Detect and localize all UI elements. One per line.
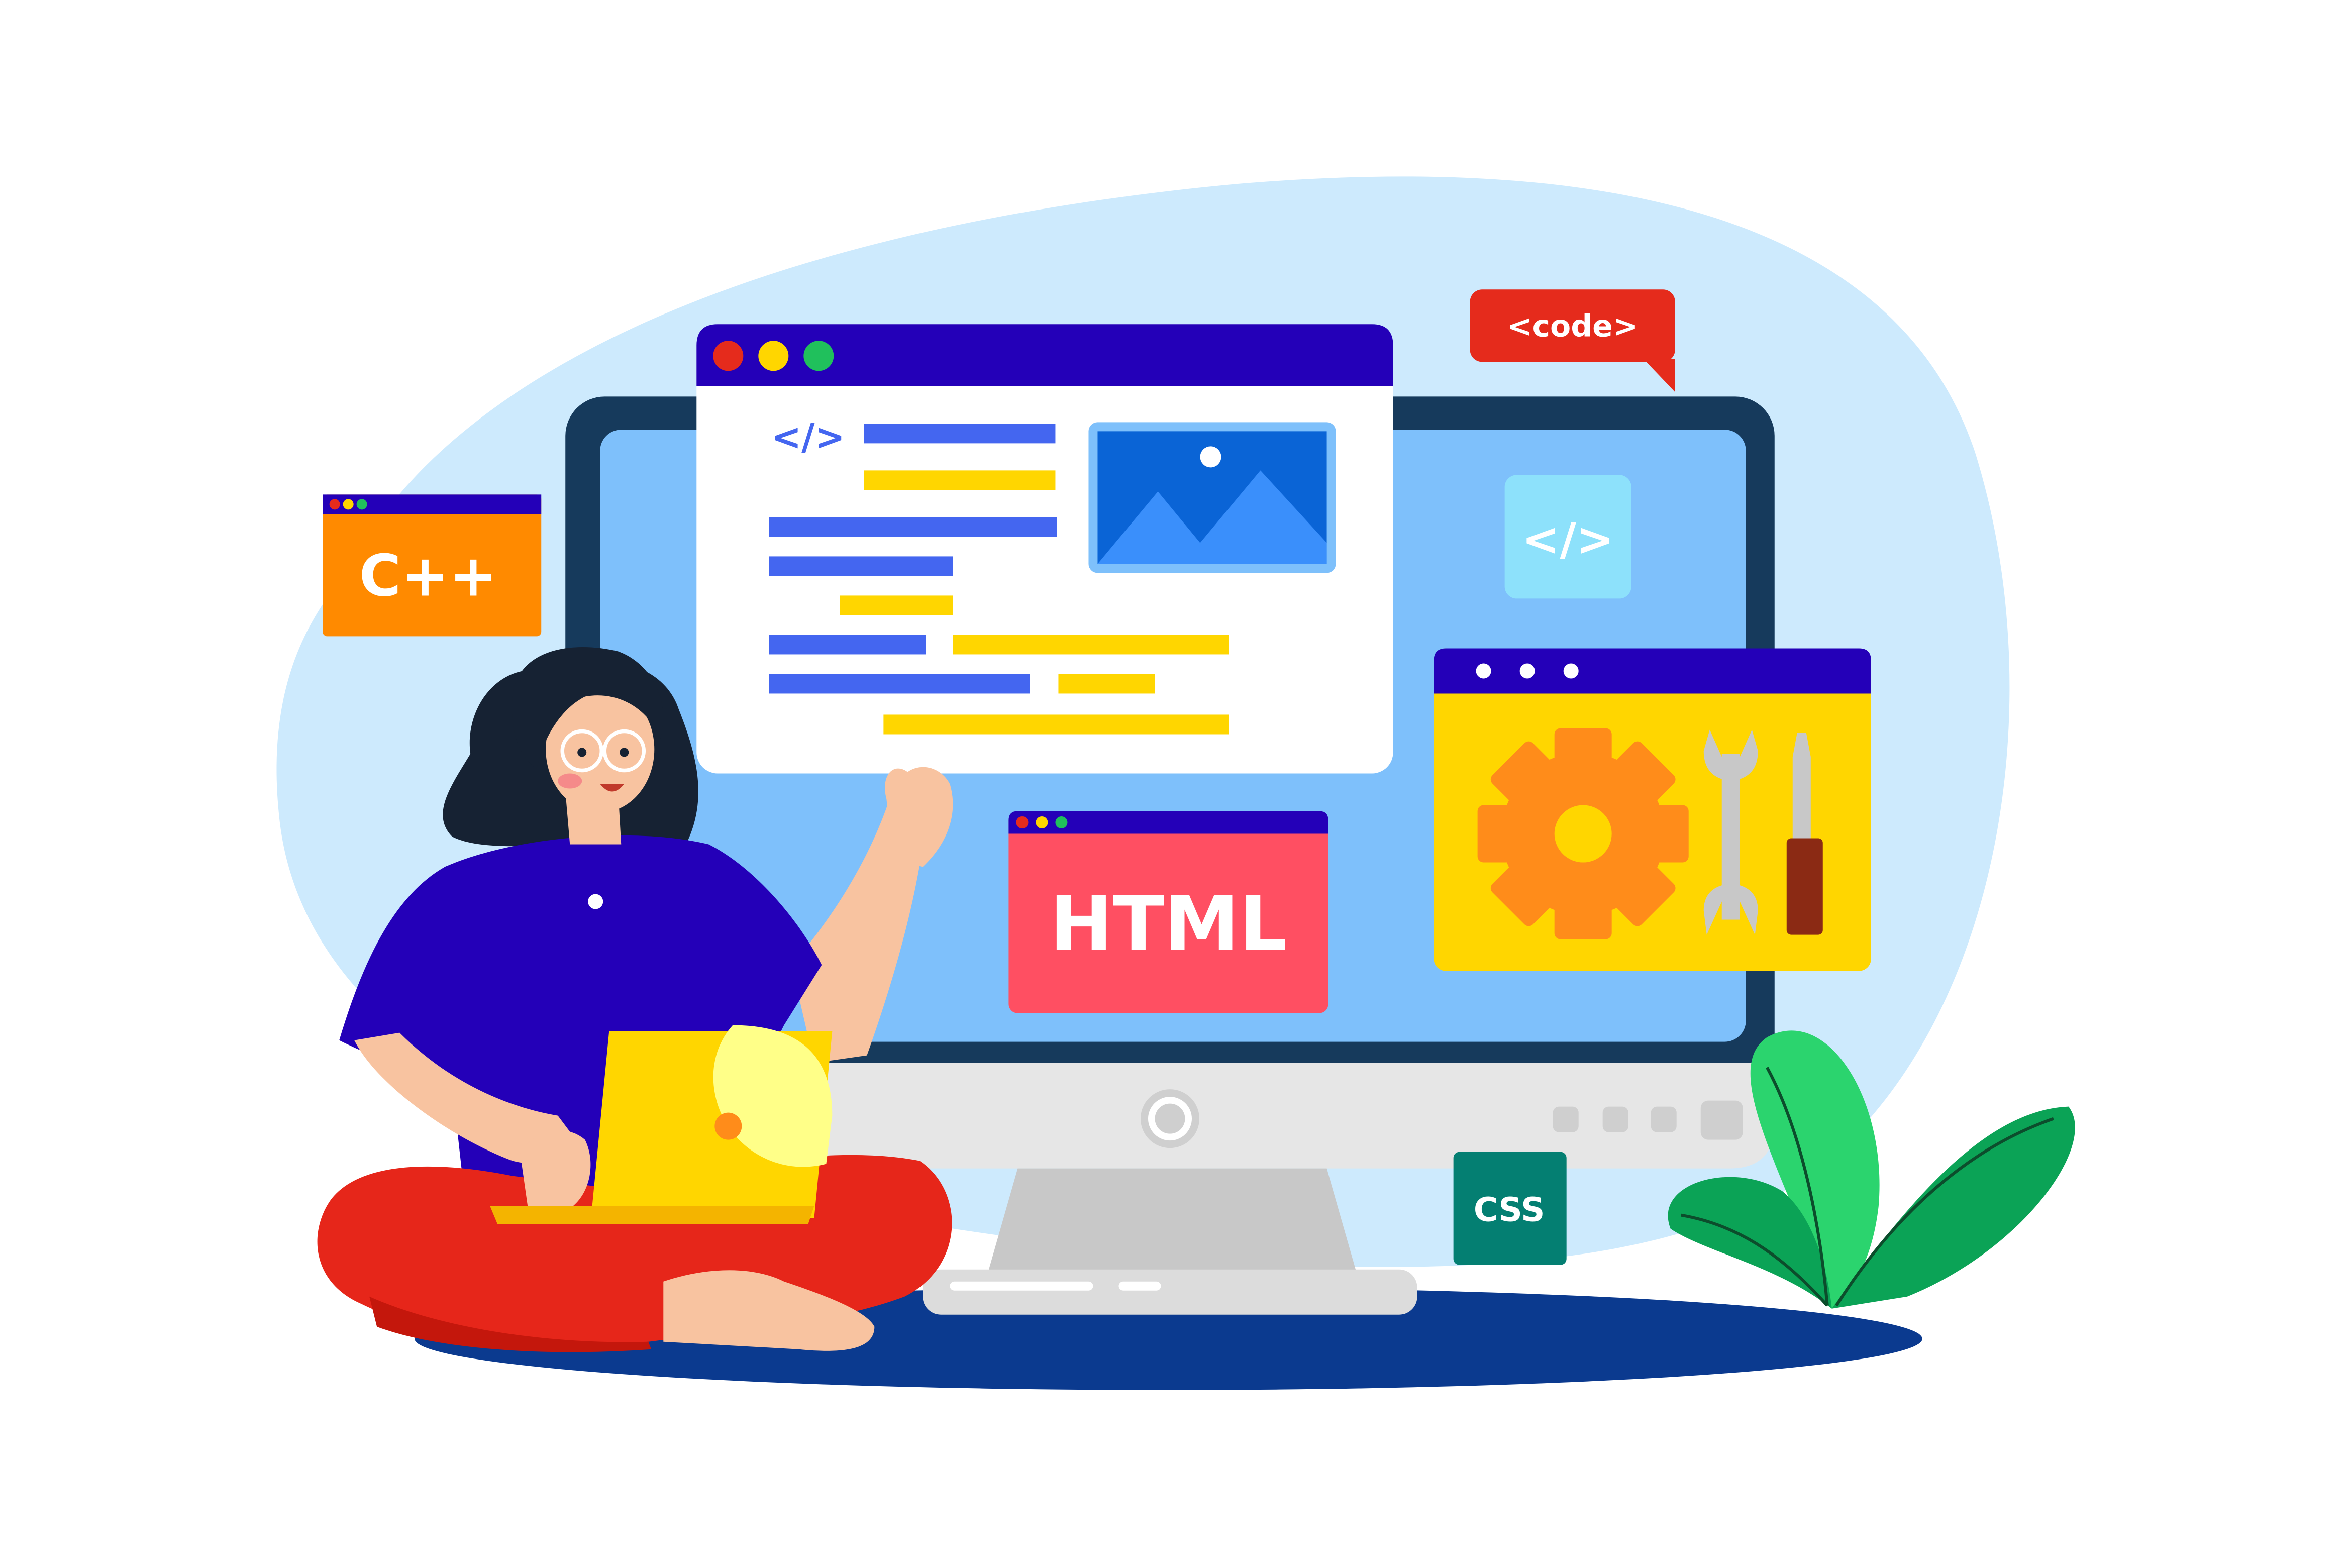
settings-window xyxy=(1434,648,1871,971)
cpp-label: C++ xyxy=(359,542,497,609)
illustration-canvas: </> </> <code> C++ HTML CSS xyxy=(276,176,2075,1390)
monitor-button[interactable] xyxy=(1553,1106,1579,1132)
window-maximize-dot[interactable] xyxy=(803,341,834,371)
monitor-button[interactable] xyxy=(1602,1106,1628,1132)
code-bubble-label: <code> xyxy=(1507,308,1638,344)
image-placeholder-icon xyxy=(1088,422,1336,573)
cpp-window: C++ xyxy=(323,494,542,637)
code-icon-screen-label: </> xyxy=(1522,513,1614,566)
html-label: HTML xyxy=(1050,881,1287,968)
css-badge: CSS xyxy=(1453,1152,1567,1265)
developer-illustration: </> </> <code> C++ HTML CSS xyxy=(0,0,2352,1568)
css-label: CSS xyxy=(1474,1191,1545,1229)
code-editor-window: </> xyxy=(696,324,1393,774)
window-close-dot[interactable] xyxy=(713,341,744,371)
monitor-button[interactable] xyxy=(1651,1106,1677,1132)
typing-hand xyxy=(520,1130,591,1206)
code-icon-screen: </> xyxy=(1504,475,1631,599)
code-brackets-icon: </> xyxy=(771,415,845,458)
gear-icon xyxy=(1477,728,1689,939)
html-window: HTML xyxy=(1008,811,1328,1013)
monitor-button[interactable] xyxy=(1700,1100,1743,1140)
monitor-stand xyxy=(987,1168,1357,1274)
monitor-base xyxy=(923,1269,1417,1315)
window-minimize-dot[interactable] xyxy=(758,341,789,371)
